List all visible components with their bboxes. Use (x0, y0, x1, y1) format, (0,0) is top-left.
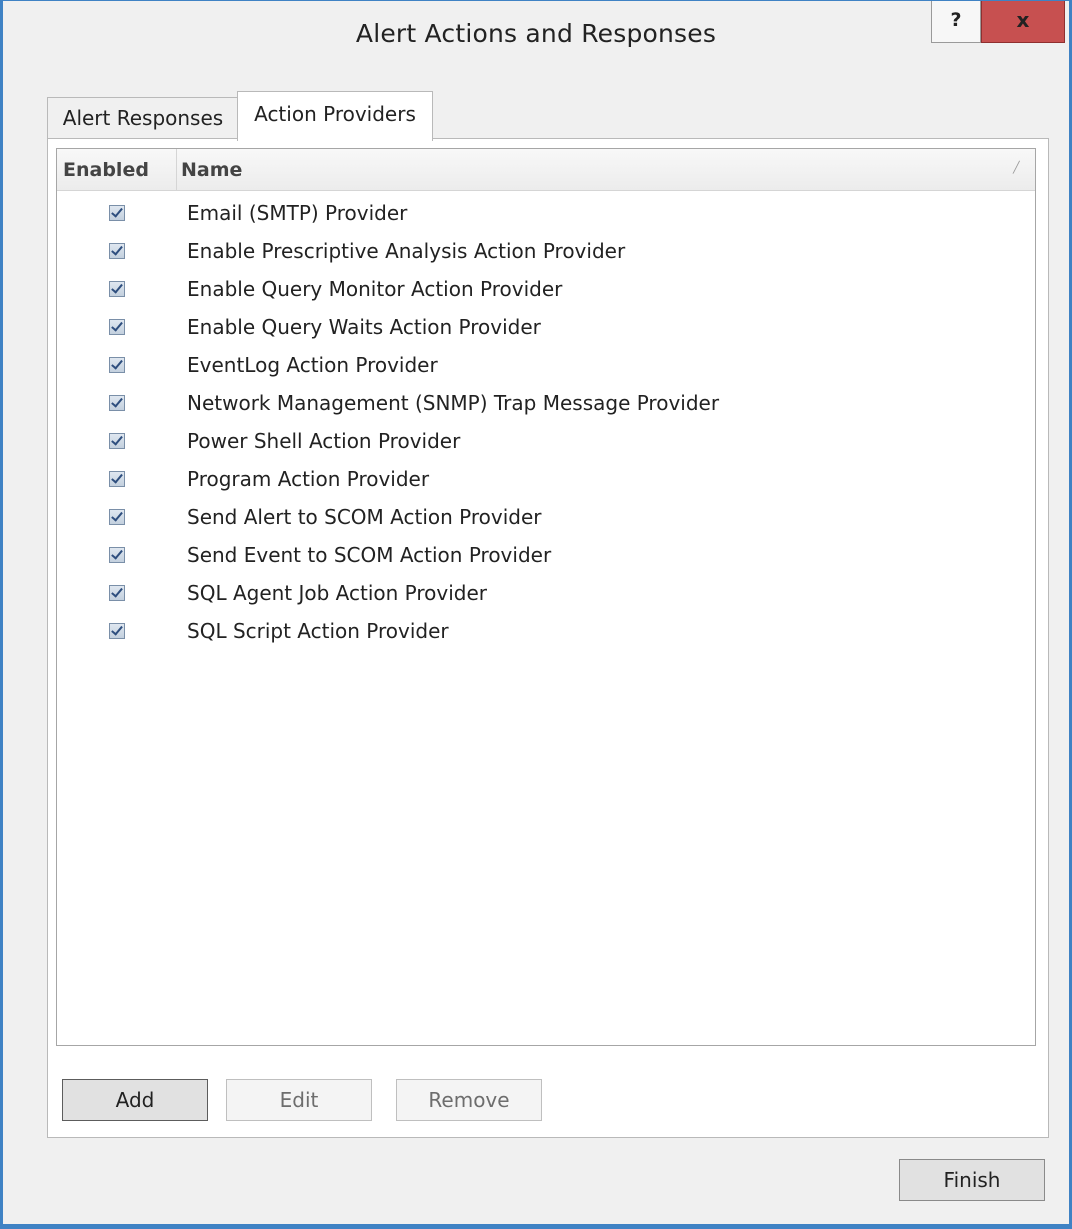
remove-button[interactable]: Remove (396, 1079, 542, 1121)
table-row[interactable]: Email (SMTP) Provider (57, 195, 1035, 233)
enabled-checkbox[interactable] (109, 281, 125, 297)
window-title: Alert Actions and Responses (355, 19, 717, 48)
close-button[interactable]: x (981, 1, 1065, 43)
tab-action-providers[interactable]: Action Providers (237, 91, 433, 141)
provider-name: SQL Agent Job Action Provider (187, 581, 488, 605)
provider-name: SQL Script Action Provider (187, 619, 449, 643)
grid-rows: Email (SMTP) Provider Enable Prescriptive… (57, 195, 1035, 651)
dialog-window: Alert Actions and Responses ? x Alert Re… (0, 0, 1072, 1229)
enabled-checkbox[interactable] (109, 205, 125, 221)
provider-name: Email (SMTP) Provider (187, 201, 408, 225)
add-button[interactable]: Add (62, 1079, 208, 1121)
table-row[interactable]: Network Management (SNMP) Trap Message P… (57, 385, 1035, 423)
table-row[interactable]: Send Alert to SCOM Action Provider (57, 499, 1035, 537)
enabled-checkbox[interactable] (109, 395, 125, 411)
enabled-checkbox[interactable] (109, 357, 125, 373)
table-row[interactable]: EventLog Action Provider (57, 347, 1035, 385)
enabled-checkbox[interactable] (109, 433, 125, 449)
column-header-enabled[interactable]: Enabled (57, 149, 177, 191)
enabled-checkbox[interactable] (109, 243, 125, 259)
column-header-name[interactable]: Name ╱ (177, 149, 1035, 191)
table-row[interactable]: SQL Agent Job Action Provider (57, 575, 1035, 613)
provider-name: Enable Prescriptive Analysis Action Prov… (187, 239, 626, 263)
grid-header: Enabled Name ╱ (57, 149, 1035, 191)
table-row[interactable]: Send Event to SCOM Action Provider (57, 537, 1035, 575)
table-row[interactable]: Enable Prescriptive Analysis Action Prov… (57, 233, 1035, 271)
provider-name: EventLog Action Provider (187, 353, 438, 377)
action-providers-panel: Enabled Name ╱ Email (SMTP) Provider Enab… (47, 138, 1049, 1138)
table-row[interactable]: Program Action Provider (57, 461, 1035, 499)
column-header-name-label: Name (181, 159, 243, 181)
providers-grid: Enabled Name ╱ Email (SMTP) Provider Enab… (56, 148, 1036, 1046)
enabled-checkbox[interactable] (109, 509, 125, 525)
provider-name: Enable Query Monitor Action Provider (187, 277, 563, 301)
table-row[interactable]: Enable Query Waits Action Provider (57, 309, 1035, 347)
provider-name: Power Shell Action Provider (187, 429, 461, 453)
table-row[interactable]: SQL Script Action Provider (57, 613, 1035, 651)
enabled-checkbox[interactable] (109, 547, 125, 563)
table-row[interactable]: Power Shell Action Provider (57, 423, 1035, 461)
provider-name: Send Alert to SCOM Action Provider (187, 505, 542, 529)
enabled-checkbox[interactable] (109, 319, 125, 335)
provider-name: Program Action Provider (187, 467, 430, 491)
edit-button[interactable]: Edit (226, 1079, 372, 1121)
enabled-checkbox[interactable] (109, 471, 125, 487)
table-row[interactable]: Enable Query Monitor Action Provider (57, 271, 1035, 309)
enabled-checkbox[interactable] (109, 585, 125, 601)
tab-alert-responses[interactable]: Alert Responses (47, 97, 239, 139)
help-button[interactable]: ? (931, 1, 981, 43)
title-bar: Alert Actions and Responses ? x (3, 1, 1069, 71)
sort-indicator-icon: ╱ (1013, 161, 1020, 174)
provider-name: Send Event to SCOM Action Provider (187, 543, 552, 567)
finish-button[interactable]: Finish (899, 1159, 1045, 1201)
enabled-checkbox[interactable] (109, 623, 125, 639)
provider-name: Enable Query Waits Action Provider (187, 315, 541, 339)
provider-name: Network Management (SNMP) Trap Message P… (187, 391, 720, 415)
